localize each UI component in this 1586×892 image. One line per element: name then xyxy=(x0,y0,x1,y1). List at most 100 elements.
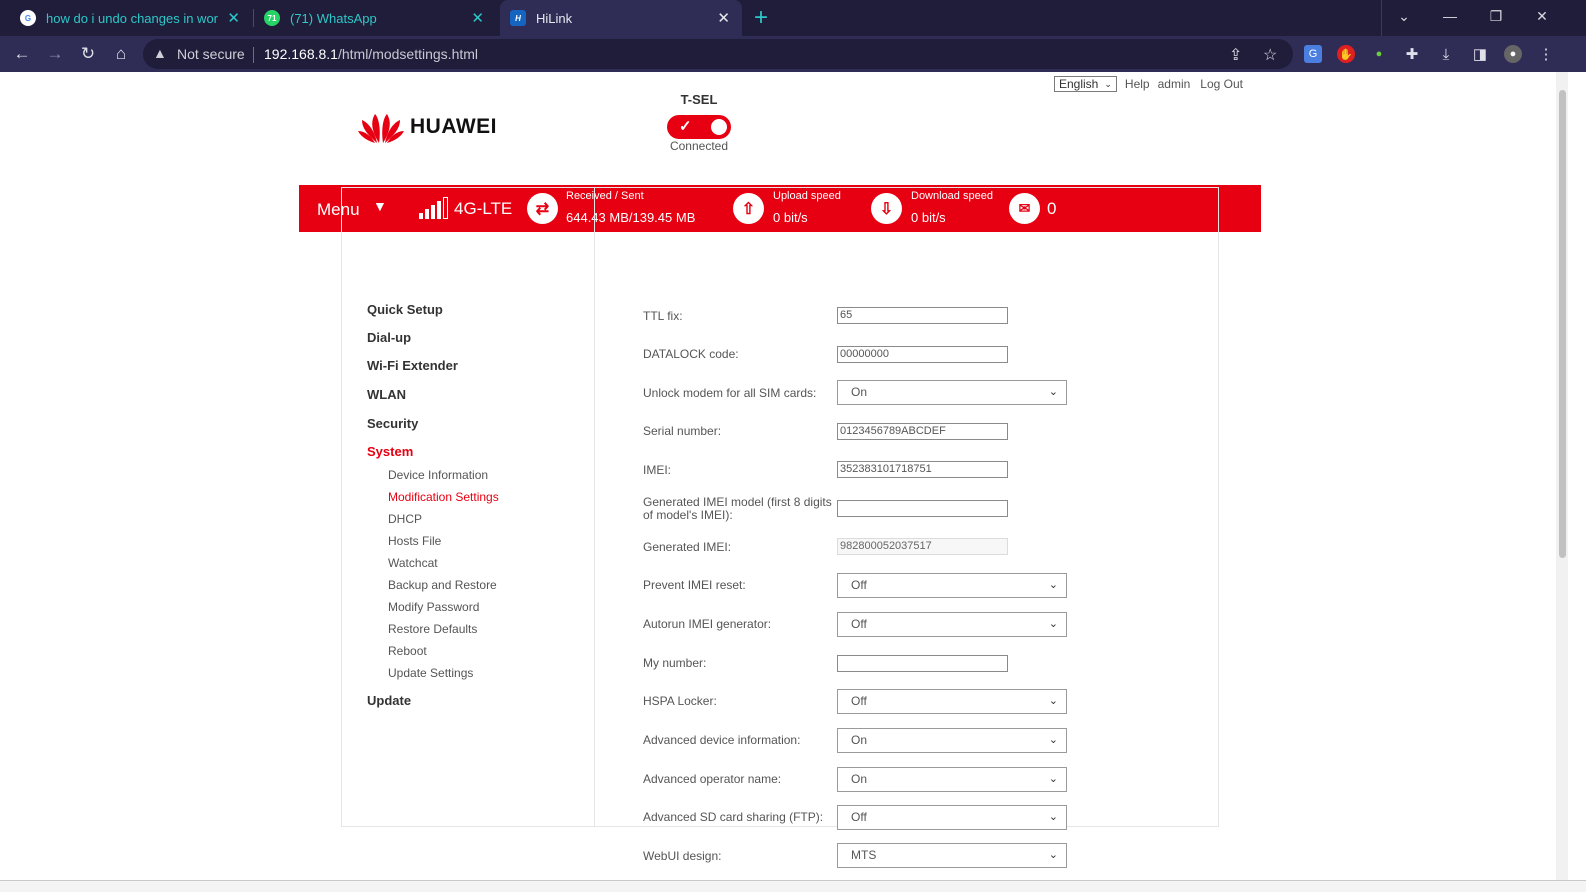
browser-toolbar: ← → ↻ ⌂ ▲ Not secure 192.168.8.1/html/mo… xyxy=(0,36,1586,72)
help-link[interactable]: Help xyxy=(1125,77,1150,91)
sidebar-item-update[interactable]: Update xyxy=(367,693,411,708)
extensions-puzzle-icon[interactable]: ✚ xyxy=(1403,45,1421,63)
imei-label: IMEI: xyxy=(643,463,672,477)
translate-extension-icon[interactable]: G xyxy=(1304,45,1322,63)
minimize-icon[interactable]: — xyxy=(1427,0,1473,32)
sidebar-subitem-modify-password[interactable]: Modify Password xyxy=(388,600,479,614)
sidebar-subitem-dhcp[interactable]: DHCP xyxy=(388,512,422,526)
side-panel-icon[interactable]: ◨ xyxy=(1471,45,1489,63)
profile-avatar[interactable]: ● xyxy=(1504,45,1522,63)
hspa-locker-select[interactable]: Off ⌄ xyxy=(837,689,1067,714)
sidebar-subitem-restore-defaults[interactable]: Restore Defaults xyxy=(388,622,477,636)
brand-name: HUAWEI xyxy=(410,115,497,138)
right-edge xyxy=(1568,72,1586,880)
autorun-imei-label: Autorun IMEI generator: xyxy=(643,617,772,631)
close-window-icon[interactable]: ✕ xyxy=(1519,0,1565,32)
share-icon[interactable]: ⇪ xyxy=(1229,45,1242,65)
close-tab-icon[interactable]: ✕ xyxy=(471,9,484,27)
back-icon[interactable]: ← xyxy=(10,42,34,66)
advanced-sd-sharing-value: Off xyxy=(851,810,867,824)
my-number-label: My number: xyxy=(643,656,707,670)
sidebar-subitem-reboot[interactable]: Reboot xyxy=(388,644,427,658)
autorun-imei-select[interactable]: Off ⌄ xyxy=(837,612,1067,637)
sidebar-subitem-backup-restore[interactable]: Backup and Restore xyxy=(388,578,497,592)
unlock-select[interactable]: On ⌄ xyxy=(837,380,1067,405)
whatsapp-icon: 71 xyxy=(264,10,280,26)
extension-red-icon[interactable]: ✋ xyxy=(1337,45,1355,63)
sidebar-item-dial-up[interactable]: Dial-up xyxy=(367,330,411,345)
tab-whatsapp[interactable]: 71 (71) WhatsApp ✕ xyxy=(246,0,496,36)
sidebar-item-system[interactable]: System xyxy=(367,444,413,459)
chevron-down-icon: ⌄ xyxy=(1104,78,1112,89)
huawei-flower-icon xyxy=(358,114,404,143)
close-tab-icon[interactable]: ✕ xyxy=(227,9,240,27)
tab-search-icon[interactable]: ⌄ xyxy=(1381,0,1427,32)
prevent-imei-reset-select[interactable]: Off ⌄ xyxy=(837,573,1067,598)
sidebar-item-security[interactable]: Security xyxy=(367,416,418,431)
chevron-down-icon: ⌄ xyxy=(1048,849,1058,861)
sidebar-item-wifi-extender[interactable]: Wi-Fi Extender xyxy=(367,358,458,373)
hspa-locker-label: HSPA Locker: xyxy=(643,694,717,708)
ttl-input[interactable]: 65 xyxy=(837,307,1008,324)
sidebar-subitem-modification-settings[interactable]: Modification Settings xyxy=(388,490,499,504)
tab-label: HiLink xyxy=(536,10,573,26)
chevron-down-icon: ⌄ xyxy=(1048,773,1058,785)
chrome-menu-icon[interactable]: ⋮ xyxy=(1537,45,1555,63)
warning-icon: ▲ xyxy=(153,45,167,61)
checkmark-icon: ✓ xyxy=(679,118,692,135)
sidebar-item-wlan[interactable]: WLAN xyxy=(367,387,406,402)
webui-design-label: WebUI design: xyxy=(643,849,722,863)
sidebar-subitem-watchcat[interactable]: Watchcat xyxy=(388,556,438,570)
my-number-input[interactable] xyxy=(837,655,1008,672)
close-tab-icon[interactable]: ✕ xyxy=(717,9,730,27)
extension-green-icon[interactable]: ● xyxy=(1370,45,1388,63)
sidebar-item-quick-setup[interactable]: Quick Setup xyxy=(367,302,443,317)
prevent-imei-reset-value: Off xyxy=(851,578,867,592)
datalock-label: DATALOCK code: xyxy=(643,347,739,361)
hspa-locker-value: Off xyxy=(851,694,867,708)
tab-hilink[interactable]: H HiLink ✕ xyxy=(500,0,742,36)
scrollbar-thumb[interactable] xyxy=(1559,90,1566,558)
url-text[interactable]: 192.168.8.1/html/modsettings.html xyxy=(264,46,478,62)
download-icon[interactable]: ⤓ xyxy=(1437,45,1455,63)
forward-icon[interactable]: → xyxy=(43,42,67,66)
sidebar-subitem-device-information[interactable]: Device Information xyxy=(388,468,488,482)
language-select[interactable]: English ⌄ xyxy=(1054,76,1117,92)
restore-icon[interactable]: ❐ xyxy=(1473,0,1519,32)
webui-design-value: MTS xyxy=(851,848,877,862)
tab-google-search[interactable]: G how do i undo changes in word a ✕ xyxy=(2,0,252,36)
unlock-select-value: On xyxy=(851,385,868,399)
chevron-down-icon: ⌄ xyxy=(1048,734,1058,746)
generated-imei-label: Generated IMEI: xyxy=(643,540,732,554)
datalock-input[interactable]: 00000000 xyxy=(837,346,1008,363)
reload-icon[interactable]: ↻ xyxy=(76,42,100,66)
top-links: English ⌄ Help admin Log Out xyxy=(1054,76,1243,92)
unlock-label: Unlock modem for all SIM cards: xyxy=(643,386,817,400)
sidebar-subitem-update-settings[interactable]: Update Settings xyxy=(388,666,473,680)
new-tab-button[interactable]: + xyxy=(754,4,768,32)
logout-link[interactable]: Log Out xyxy=(1200,77,1243,91)
bookmark-star-icon[interactable]: ☆ xyxy=(1263,45,1277,65)
generated-imei-input: 982800052037517 xyxy=(837,538,1008,555)
serial-label: Serial number: xyxy=(643,424,722,438)
advanced-operator-name-label: Advanced operator name: xyxy=(643,772,782,786)
operator-name: T-SEL xyxy=(680,92,718,107)
serial-input[interactable]: 0123456789ABCDEF xyxy=(837,423,1008,440)
autorun-imei-value: Off xyxy=(851,617,867,631)
sidebar-subitem-hosts-file[interactable]: Hosts File xyxy=(388,534,441,548)
window-bottom-edge xyxy=(0,880,1586,892)
address-bar[interactable]: ▲ Not secure 192.168.8.1/html/modsetting… xyxy=(143,39,1293,69)
advanced-sd-sharing-select[interactable]: Off ⌄ xyxy=(837,805,1067,830)
advanced-device-info-select[interactable]: On ⌄ xyxy=(837,728,1067,753)
sidebar-divider xyxy=(594,187,595,827)
advanced-operator-name-select[interactable]: On ⌄ xyxy=(837,767,1067,792)
browser-tab-strip: G how do i undo changes in word a ✕ 71 (… xyxy=(0,0,1586,36)
imei-input[interactable]: 352383101718751 xyxy=(837,461,1008,478)
advanced-device-info-value: On xyxy=(851,733,868,747)
admin-link[interactable]: admin xyxy=(1158,77,1191,91)
connection-toggle[interactable]: ✓ xyxy=(667,115,731,139)
security-indicator[interactable]: Not secure xyxy=(177,46,245,62)
home-icon[interactable]: ⌂ xyxy=(109,42,133,66)
webui-design-select[interactable]: MTS ⌄ xyxy=(837,843,1067,868)
generated-imei-model-input[interactable] xyxy=(837,500,1008,517)
